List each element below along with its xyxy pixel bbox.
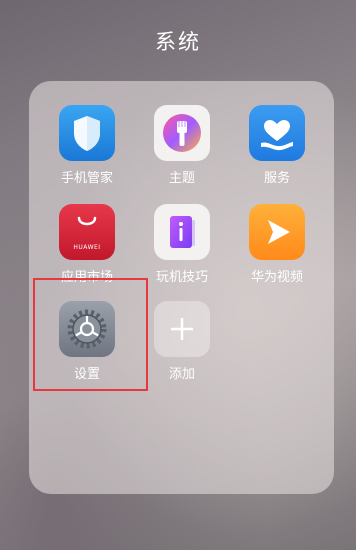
add-plus-icon (154, 301, 210, 357)
app-add[interactable]: 添加 (137, 301, 227, 382)
app-theme[interactable]: 主题 (137, 105, 227, 186)
app-phone-manager[interactable]: 手机管家 (42, 105, 132, 186)
folder-title: 系统 (155, 30, 201, 54)
app-huawei-video[interactable]: 华为视频 (232, 204, 322, 285)
app-appgallery[interactable]: HUAWEI 应用市场 (42, 204, 132, 285)
app-service[interactable]: 服务 (232, 105, 322, 186)
app-label: 主题 (168, 171, 195, 186)
tips-i-icon (154, 204, 210, 260)
app-label: 华为视频 (250, 270, 303, 285)
video-play-icon (249, 204, 305, 260)
app-label: 添加 (168, 367, 195, 382)
app-label: 手机管家 (60, 171, 113, 186)
phone-manager-shield-icon (59, 105, 115, 161)
appgallery-bag-icon: HUAWEI (59, 204, 115, 260)
app-label: 服务 (263, 171, 290, 186)
theme-brush-icon (154, 105, 210, 161)
app-tips[interactable]: 玩机技巧 (137, 204, 227, 285)
app-label: 玩机技巧 (155, 270, 208, 285)
service-heart-icon (249, 105, 305, 161)
settings-highlight-box (33, 278, 148, 391)
huawei-brand-text: HUAWEI (73, 244, 101, 251)
